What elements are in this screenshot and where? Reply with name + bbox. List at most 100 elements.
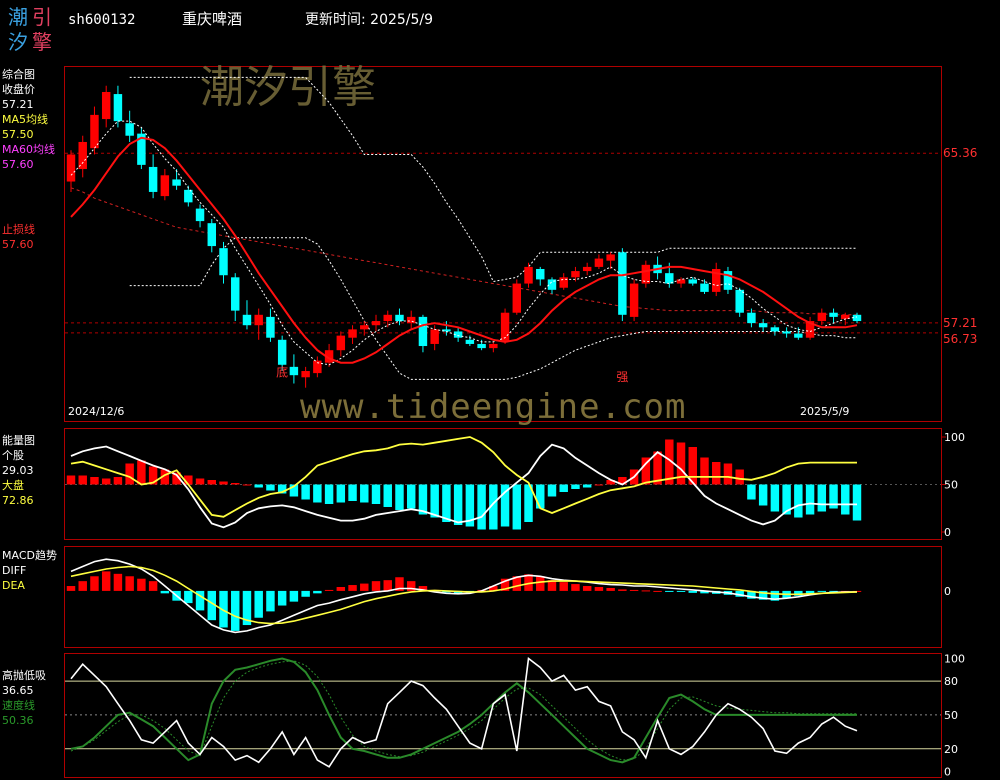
candle-body (536, 268, 545, 280)
energy-bar (219, 481, 228, 485)
macd-bar (371, 581, 381, 591)
macd-bar (90, 576, 99, 591)
candle-body (90, 114, 99, 149)
legend-value: 72.86 (2, 494, 34, 507)
energy-bar (137, 460, 146, 485)
main-grid (65, 152, 941, 334)
energy-bar (712, 462, 721, 485)
candle-body (688, 279, 697, 284)
energy-legend: 能量图个股 29.03大盘 72.86 (2, 433, 35, 507)
main-legend: 综合图收盘价 57.21MA5均线 57.50MA60均线 57.60 止损线 57.60 (2, 67, 55, 251)
candle-body (289, 366, 299, 376)
energy-bar (536, 484, 545, 509)
candle-body (348, 329, 357, 338)
candle-body (125, 123, 134, 136)
candle-body (770, 327, 780, 332)
candle-body (360, 325, 369, 330)
logo-char-3: 汐 (8, 30, 28, 54)
energy-tick-label: 100 (944, 431, 965, 444)
energy-tick-label: 0 (944, 526, 951, 539)
energy-bar (78, 475, 87, 485)
energy-bar (758, 484, 768, 506)
candle-body (582, 266, 592, 272)
header: 潮 引 汐 擎 sh600132 重庆啤酒 更新时间: 2025/5/9 (8, 5, 433, 54)
stage: 潮 引 汐 擎 sh600132 重庆啤酒 更新时间: 2025/5/9 潮汐引… (2, 5, 977, 779)
price-tick-label: 57.21 (943, 316, 977, 330)
logo-char-2: 引 (32, 5, 52, 29)
candle-body (406, 316, 416, 324)
logo-char-1: 潮 (8, 5, 28, 29)
oscillator-tick-label: 50 (944, 709, 958, 722)
stock-name: 重庆啤酒 (182, 10, 242, 28)
logo-char-4: 擎 (32, 30, 52, 54)
oscillator-legend: 高抛低吸 36.65速度线 50.36 (2, 668, 46, 727)
macd-bar (184, 590, 193, 604)
energy-panel: 能量图个股 29.03大盘 72.86 0 50 100 (2, 431, 965, 539)
candle-body (782, 331, 791, 334)
energy-bar (231, 483, 240, 485)
candle-body (735, 289, 744, 313)
macd-bar (289, 590, 299, 602)
candle-body (172, 179, 181, 186)
legend-label: 综合图 (2, 67, 35, 81)
update-time: 更新时间: 2025/5/9 (305, 12, 433, 28)
legend-label: 个股 (2, 449, 24, 462)
energy-bar (406, 484, 416, 509)
energy-bar (723, 463, 733, 485)
energy-bar (747, 484, 756, 500)
legend-label: 能量图 (2, 433, 35, 447)
energy-bar (571, 484, 580, 489)
candle-body (676, 279, 686, 284)
oscillator-panel: 高抛低吸 36.65速度线 50.36 0 20 50 80 100 (2, 653, 965, 779)
legend-value: 57.60 (2, 158, 34, 171)
legend-value: 57.50 (2, 128, 34, 141)
energy-bar (324, 484, 334, 504)
candle-body (571, 271, 580, 278)
macd-bar (571, 584, 580, 591)
energy-bar (700, 457, 709, 485)
candle-body (207, 223, 216, 247)
energy-bar (195, 478, 205, 485)
candle-body (618, 252, 627, 315)
energy-bar (125, 463, 134, 485)
candle-body (489, 343, 498, 349)
candle-body (418, 316, 428, 347)
candle-body (747, 312, 756, 324)
ma10-line (70, 136, 858, 364)
energy-bar (207, 480, 216, 485)
macd-bar (301, 590, 310, 597)
macd-bar (148, 581, 158, 591)
energy-bar (101, 478, 111, 485)
macd-bar (653, 590, 662, 592)
watermark-brand: 潮汐引擎 (200, 62, 376, 113)
x-label-start: 2024/12/6 (68, 405, 124, 418)
macd-bar (324, 589, 334, 591)
macd-bar (336, 587, 346, 591)
legend-label: MACD趋势 (2, 549, 57, 562)
energy-bar (371, 484, 381, 504)
legend-label: 速度线 (2, 698, 35, 712)
x-label-end: 2025/5/9 (800, 405, 849, 418)
candle-body (629, 283, 639, 317)
macd-bar (313, 590, 322, 594)
energy-bar (442, 484, 451, 522)
candle-body (254, 314, 263, 326)
macd-plot: 0 (66, 558, 951, 634)
energy-bar (301, 484, 310, 500)
energy-bar (266, 484, 275, 491)
legend-label: MA5均线 (2, 112, 48, 126)
candle-body (78, 141, 87, 170)
macd-panel: MACD趋势 DIFF DEA 0 (2, 549, 951, 634)
energy-plot: 0 50 100 (65, 431, 965, 539)
energy-bar (383, 484, 392, 507)
oscillator-tick-label: 0 (944, 765, 951, 778)
energy-bar (512, 484, 522, 530)
price-axis: 65.36 57.21 56.73 (943, 146, 977, 346)
candle-body (113, 94, 123, 122)
macd-bar (66, 586, 76, 591)
candle-body (665, 273, 674, 284)
candle-body (242, 314, 252, 326)
price-tick-label: 65.36 (943, 146, 977, 160)
candle-body (231, 277, 240, 311)
macd-legend: MACD趋势 DIFF DEA (2, 549, 57, 592)
